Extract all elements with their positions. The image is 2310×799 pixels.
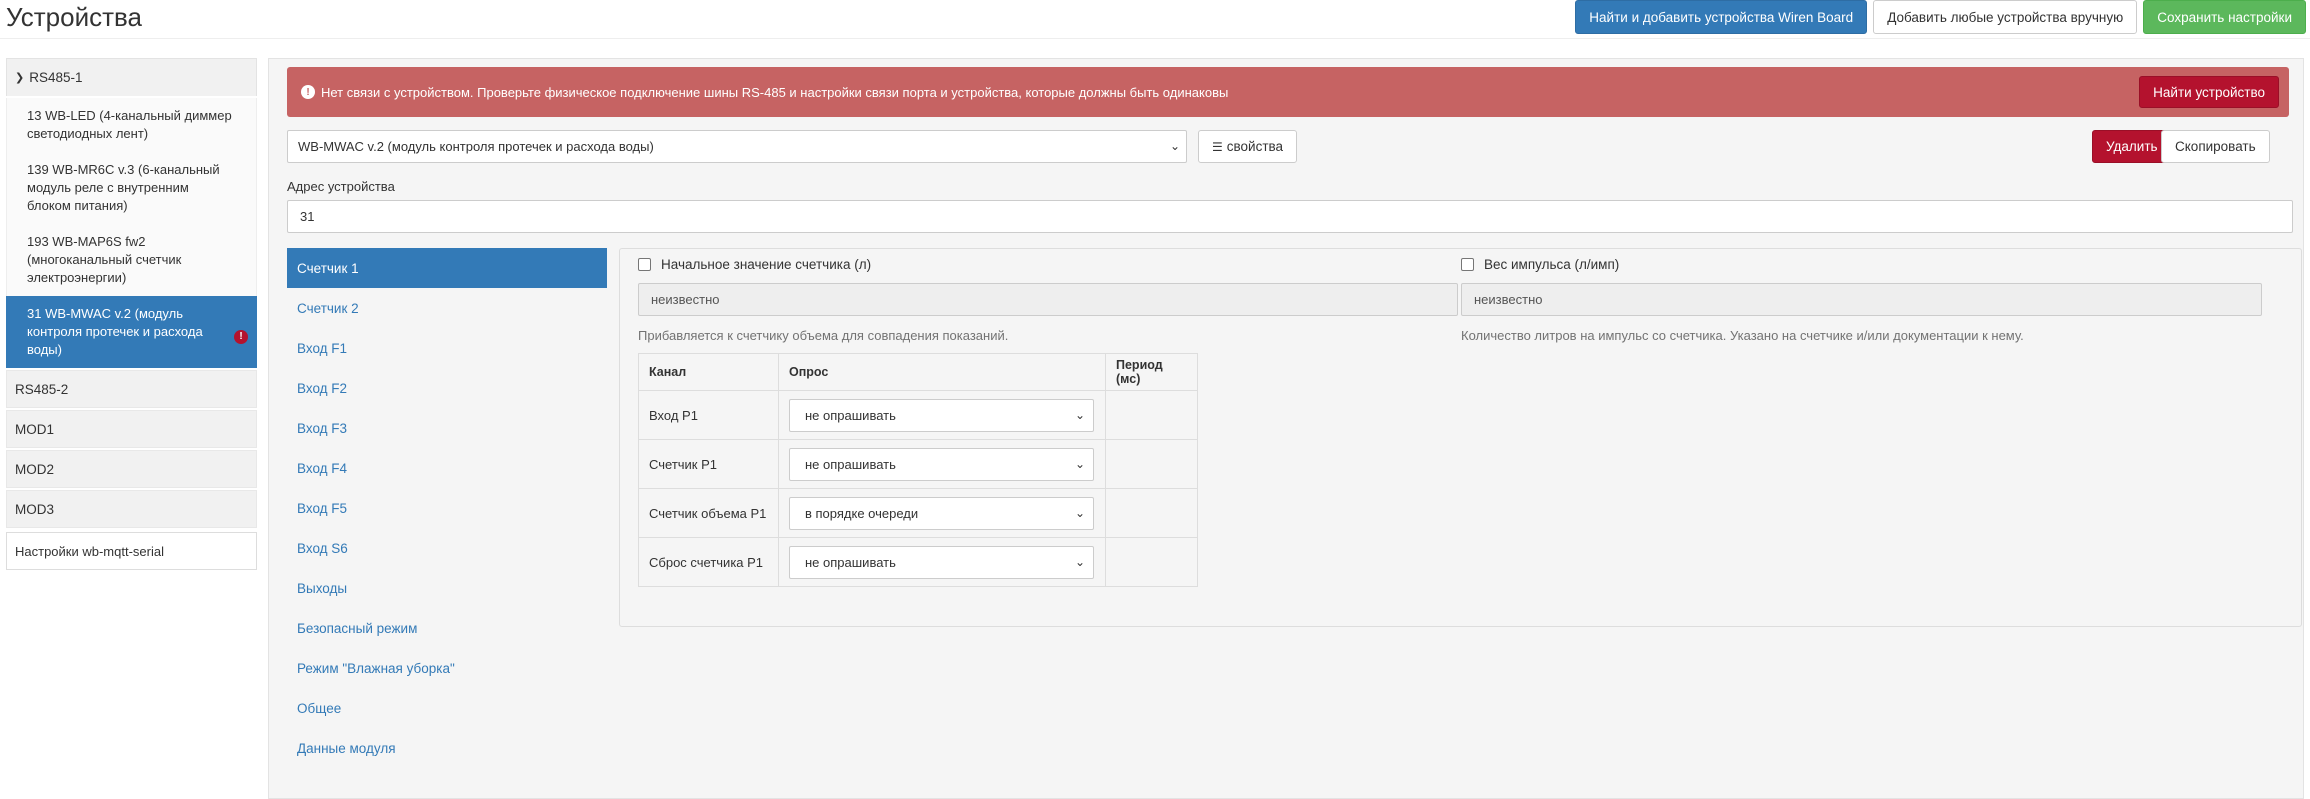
chevron-down-icon: ⌄ bbox=[1074, 407, 1085, 422]
tab-input-f4[interactable]: Вход F4 bbox=[287, 448, 607, 488]
tab-module-data[interactable]: Данные модуля bbox=[287, 728, 607, 768]
alert-message: Нет связи с устройством. Проверьте физич… bbox=[321, 84, 1229, 100]
sidebar-port-mod3[interactable]: MOD3 bbox=[6, 490, 257, 528]
channels-table: Канал Опрос Период (мс) Вход P1 не опраш… bbox=[638, 353, 1198, 587]
column-header-poll: Опрос bbox=[778, 353, 1106, 391]
tab-safe-mode[interactable]: Безопасный режим bbox=[287, 608, 607, 648]
sidebar-device-wb-map6s[interactable]: 193 WB-MAP6S fw2 (многоканальный счетчик… bbox=[6, 224, 257, 296]
table-row: Вход P1 не опрашивать ⌄ bbox=[638, 390, 1198, 440]
device-type-value: WB-MWAC v.2 (модуль контроля протечек и … bbox=[298, 139, 654, 154]
sidebar-device-wb-mwac[interactable]: 31 WB-MWAC v.2 (модуль контроля протечек… bbox=[6, 296, 257, 368]
save-settings-button[interactable]: Сохранить настройки bbox=[2143, 0, 2306, 34]
add-manual-button[interactable]: Добавить любые устройства вручную bbox=[1873, 0, 2138, 34]
period-cell bbox=[1105, 488, 1198, 538]
tab-input-s6[interactable]: Вход S6 bbox=[287, 528, 607, 568]
poll-cell: в порядке очереди ⌄ bbox=[778, 488, 1106, 538]
initial-value-field: Начальное значение счетчика (л) bbox=[638, 257, 871, 272]
poll-select[interactable]: в порядке очереди ⌄ bbox=[789, 496, 1094, 530]
poll-value: не опрашивать bbox=[805, 554, 896, 570]
period-cell bbox=[1105, 537, 1198, 587]
sidebar-device-wb-mr6c[interactable]: 139 WB-MR6C v.3 (6-канальный модуль реле… bbox=[6, 152, 257, 224]
poll-select[interactable]: не опрашивать ⌄ bbox=[789, 398, 1094, 432]
channel-name: Счетчик объема P1 bbox=[638, 488, 779, 538]
poll-select[interactable]: не опрашивать ⌄ bbox=[789, 545, 1094, 579]
period-cell bbox=[1105, 439, 1198, 489]
chevron-down-icon: ⌄ bbox=[1074, 456, 1085, 471]
table-row: Сброс счетчика P1 не опрашивать ⌄ bbox=[638, 537, 1198, 587]
channel-name: Счетчик P1 bbox=[638, 439, 779, 489]
sidebar-port-label: RS485-1 bbox=[29, 70, 83, 85]
sidebar-port-mod2[interactable]: MOD2 bbox=[6, 450, 257, 488]
pulse-weight-label: Вес импульса (л/имп) bbox=[1484, 257, 1620, 272]
copy-button[interactable]: Скопировать bbox=[2161, 130, 2270, 163]
poll-cell: не опрашивать ⌄ bbox=[778, 537, 1106, 587]
scan-devices-button[interactable]: Найти и добавить устройства Wiren Board bbox=[1575, 0, 1868, 34]
initial-value-help: Прибавляется к счетчику объема для совпа… bbox=[638, 328, 1009, 343]
sidebar-serial-settings[interactable]: Настройки wb-mqtt-serial bbox=[6, 532, 257, 570]
sidebar-device-wb-led[interactable]: 13 WB-LED (4-канальный диммер светодиодн… bbox=[6, 98, 257, 152]
device-panel: ! Нет связи с устройством. Проверьте физ… bbox=[268, 58, 2304, 799]
sidebar-port-mod1[interactable]: MOD1 bbox=[6, 410, 257, 448]
properties-label: свойства bbox=[1226, 139, 1284, 154]
sidebar-device-label: 31 WB-MWAC v.2 (модуль контроля протечек… bbox=[27, 306, 203, 357]
channel-name: Сброс счетчика P1 bbox=[638, 537, 779, 587]
find-device-button[interactable]: Найти устройство bbox=[2139, 76, 2279, 108]
poll-value: в порядке очереди bbox=[805, 505, 919, 521]
table-row: Счетчик P1 не опрашивать ⌄ bbox=[638, 439, 1198, 489]
channel-tabs: Счетчик 1 Счетчик 2 Вход F1 Вход F2 Вход… bbox=[287, 248, 607, 768]
connection-alert: ! Нет связи с устройством. Проверьте физ… bbox=[287, 67, 2289, 117]
period-cell bbox=[1105, 390, 1198, 440]
channel-name: Вход P1 bbox=[638, 390, 779, 440]
column-header-channel: Канал bbox=[638, 353, 779, 391]
poll-value: не опрашивать bbox=[805, 407, 896, 423]
address-input[interactable]: 31 bbox=[287, 200, 2293, 233]
properties-button[interactable]: ☰ свойства bbox=[1198, 130, 1298, 163]
tab-general[interactable]: Общее bbox=[287, 688, 607, 728]
chevron-down-icon: ⌄ bbox=[1074, 554, 1085, 569]
column-header-period: Период (мс) bbox=[1105, 353, 1198, 391]
chevron-down-icon: ❯ bbox=[15, 72, 25, 84]
poll-cell: не опрашивать ⌄ bbox=[778, 439, 1106, 489]
tab-wet-cleaning[interactable]: Режим "Влажная уборка" bbox=[287, 648, 607, 688]
poll-value: не опрашивать bbox=[805, 456, 896, 472]
exclamation-icon: ! bbox=[301, 85, 315, 99]
pulse-weight-input[interactable]: неизвестно bbox=[1461, 283, 2262, 316]
poll-select[interactable]: не опрашивать ⌄ bbox=[789, 447, 1094, 481]
sidebar-port-rs485-1[interactable]: ❯ RS485-1 bbox=[6, 58, 257, 96]
delete-button[interactable]: Удалить bbox=[2092, 130, 2172, 163]
counter-settings-pane: Начальное значение счетчика (л) неизвест… bbox=[619, 248, 2302, 627]
table-row: Счетчик объема P1 в порядке очереди ⌄ bbox=[638, 488, 1198, 538]
top-actions: Найти и добавить устройства Wiren Board … bbox=[1575, 0, 2306, 34]
sidebar: ❯ RS485-1 13 WB-LED (4-канальный диммер … bbox=[6, 58, 257, 570]
pulse-weight-checkbox[interactable] bbox=[1461, 258, 1474, 271]
device-type-select[interactable]: WB-MWAC v.2 (модуль контроля протечек и … bbox=[287, 130, 1187, 163]
tab-input-f5[interactable]: Вход F5 bbox=[287, 488, 607, 528]
pulse-weight-help: Количество литров на импульс со счетчика… bbox=[1461, 328, 2024, 343]
chevron-down-icon: ⌄ bbox=[1074, 505, 1085, 520]
page-title: Устройства bbox=[6, 2, 143, 32]
error-icon: ! bbox=[234, 330, 248, 344]
address-label: Адрес устройства bbox=[287, 179, 395, 194]
header-divider bbox=[0, 38, 2310, 39]
tab-counter-2[interactable]: Счетчик 2 bbox=[287, 288, 607, 328]
tab-counter-1[interactable]: Счетчик 1 bbox=[287, 248, 607, 288]
poll-cell: не опрашивать ⌄ bbox=[778, 390, 1106, 440]
tab-input-f2[interactable]: Вход F2 bbox=[287, 368, 607, 408]
pulse-weight-field: Вес импульса (л/имп) bbox=[1461, 257, 1619, 272]
initial-value-checkbox[interactable] bbox=[638, 258, 651, 271]
list-icon: ☰ bbox=[1212, 139, 1223, 154]
chevron-down-icon: ⌄ bbox=[1169, 139, 1180, 153]
initial-value-label: Начальное значение счетчика (л) bbox=[661, 257, 872, 272]
sidebar-port-rs485-2[interactable]: RS485-2 bbox=[6, 370, 257, 408]
tab-input-f1[interactable]: Вход F1 bbox=[287, 328, 607, 368]
tab-input-f3[interactable]: Вход F3 bbox=[287, 408, 607, 448]
tab-outputs[interactable]: Выходы bbox=[287, 568, 607, 608]
initial-value-input[interactable]: неизвестно bbox=[638, 283, 1458, 316]
